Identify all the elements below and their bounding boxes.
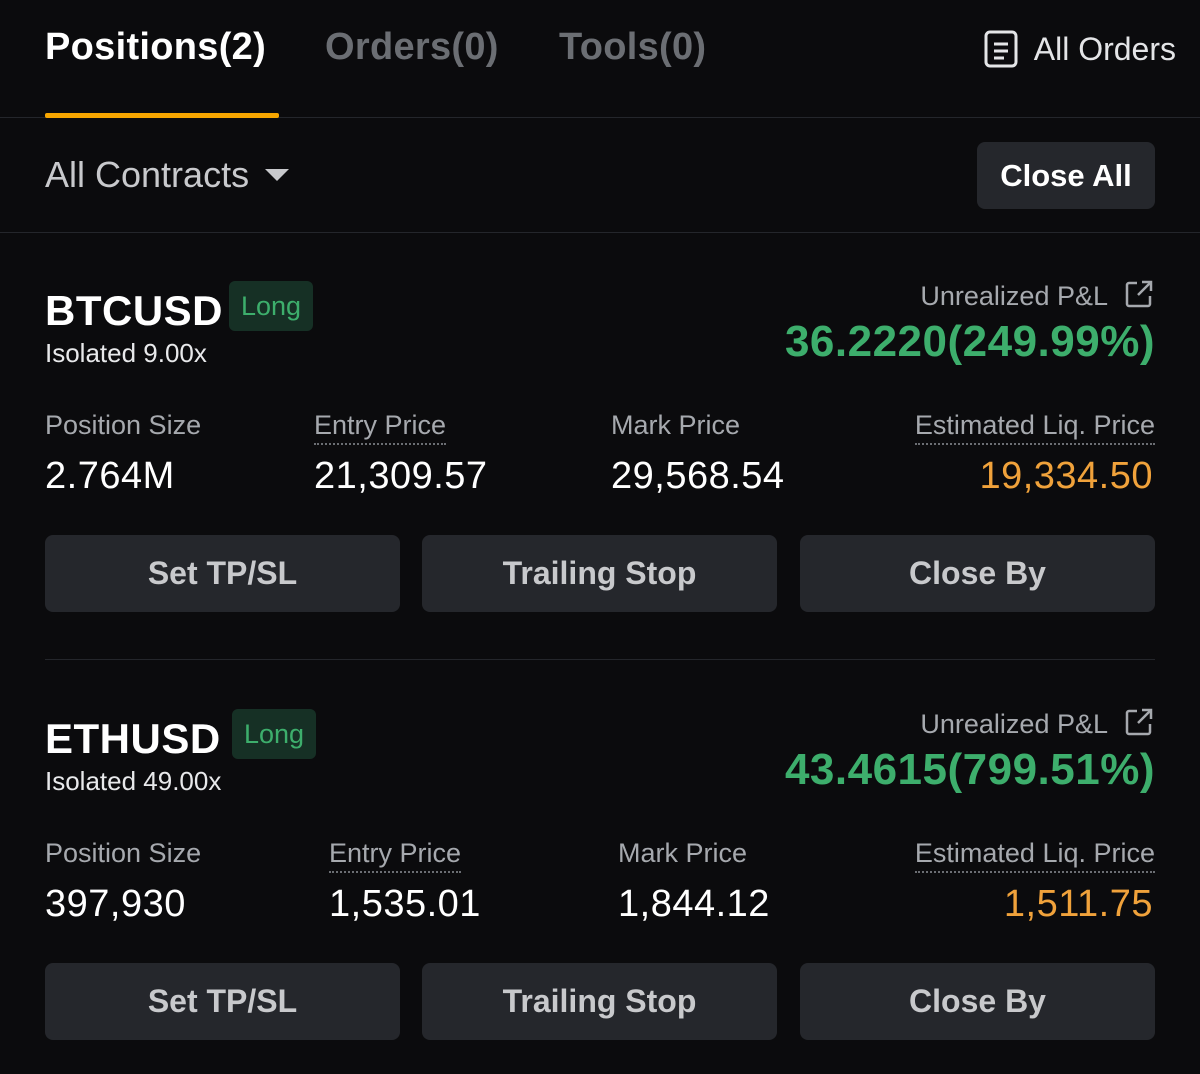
caret-down-icon bbox=[265, 169, 290, 181]
all-orders-label: All Orders bbox=[1033, 30, 1176, 67]
unrealized-pnl-value: 43.4615(799.51%) bbox=[784, 745, 1155, 794]
tab-positions[interactable]: Positions(2) bbox=[45, 26, 266, 69]
position-card-ethusd: ETHUSD Long Isolated 49.00x Unrealized P… bbox=[0, 661, 1200, 1061]
unrealized-pnl-label: Unrealized P&L bbox=[920, 281, 1108, 311]
tab-orders[interactable]: Orders(0) bbox=[325, 26, 499, 69]
side-badge: Long bbox=[232, 709, 317, 759]
position-symbol[interactable]: BTCUSD bbox=[45, 287, 223, 335]
trailing-stop-button[interactable]: Trailing Stop bbox=[422, 535, 777, 612]
mark-price-value: 1,844.12 bbox=[618, 883, 770, 925]
entry-price-value: 1,535.01 bbox=[329, 883, 481, 925]
tabs-bar: Positions(2) Orders(0) Tools(0) All Orde… bbox=[0, 0, 1200, 118]
side-badge: Long bbox=[229, 281, 314, 331]
close-by-button[interactable]: Close By bbox=[800, 535, 1155, 612]
contracts-dropdown[interactable]: All Contracts bbox=[45, 154, 291, 196]
position-size-value: 2.764M bbox=[45, 455, 175, 497]
entry-price-value: 21,309.57 bbox=[314, 455, 488, 497]
trailing-stop-button[interactable]: Trailing Stop bbox=[422, 963, 777, 1040]
position-divider bbox=[45, 659, 1155, 660]
contracts-dropdown-label: All Contracts bbox=[45, 154, 250, 195]
share-icon[interactable] bbox=[1124, 279, 1154, 309]
liq-price-label[interactable]: Estimated Liq. Price bbox=[914, 409, 1155, 446]
position-size-label: Position Size bbox=[45, 410, 202, 440]
entry-price-label[interactable]: Entry Price bbox=[329, 837, 462, 874]
leverage-label[interactable]: Isolated 9.00x bbox=[45, 338, 207, 369]
all-orders-link[interactable]: All Orders bbox=[984, 30, 1176, 68]
liq-price-label[interactable]: Estimated Liq. Price bbox=[914, 837, 1155, 874]
leverage-label[interactable]: Isolated 49.00x bbox=[45, 766, 221, 797]
liq-price-value: 1,511.75 bbox=[1003, 883, 1153, 925]
tab-tools[interactable]: Tools(0) bbox=[559, 26, 706, 69]
close-by-button[interactable]: Close By bbox=[800, 963, 1155, 1040]
mark-price-label: Mark Price bbox=[611, 410, 741, 440]
unrealized-pnl-value: 36.2220(249.99%) bbox=[784, 317, 1155, 366]
mark-price-value: 29,568.54 bbox=[611, 455, 785, 497]
set-tpsl-button[interactable]: Set TP/SL bbox=[45, 535, 400, 612]
set-tpsl-button[interactable]: Set TP/SL bbox=[45, 963, 400, 1040]
position-size-value: 397,930 bbox=[45, 883, 186, 925]
position-size-label: Position Size bbox=[45, 838, 202, 868]
position-card-btcusd: BTCUSD Long Isolated 9.00x Unrealized P&… bbox=[0, 233, 1200, 633]
share-icon[interactable] bbox=[1124, 707, 1154, 737]
close-all-button[interactable]: Close All bbox=[977, 142, 1155, 209]
document-icon bbox=[984, 30, 1018, 68]
filter-bar: All Contracts Close All bbox=[0, 118, 1200, 233]
liq-price-value: 19,334.50 bbox=[979, 455, 1153, 497]
entry-price-label[interactable]: Entry Price bbox=[314, 409, 447, 446]
mark-price-label: Mark Price bbox=[618, 838, 748, 868]
position-symbol[interactable]: ETHUSD bbox=[45, 715, 221, 763]
unrealized-pnl-label: Unrealized P&L bbox=[920, 709, 1108, 739]
